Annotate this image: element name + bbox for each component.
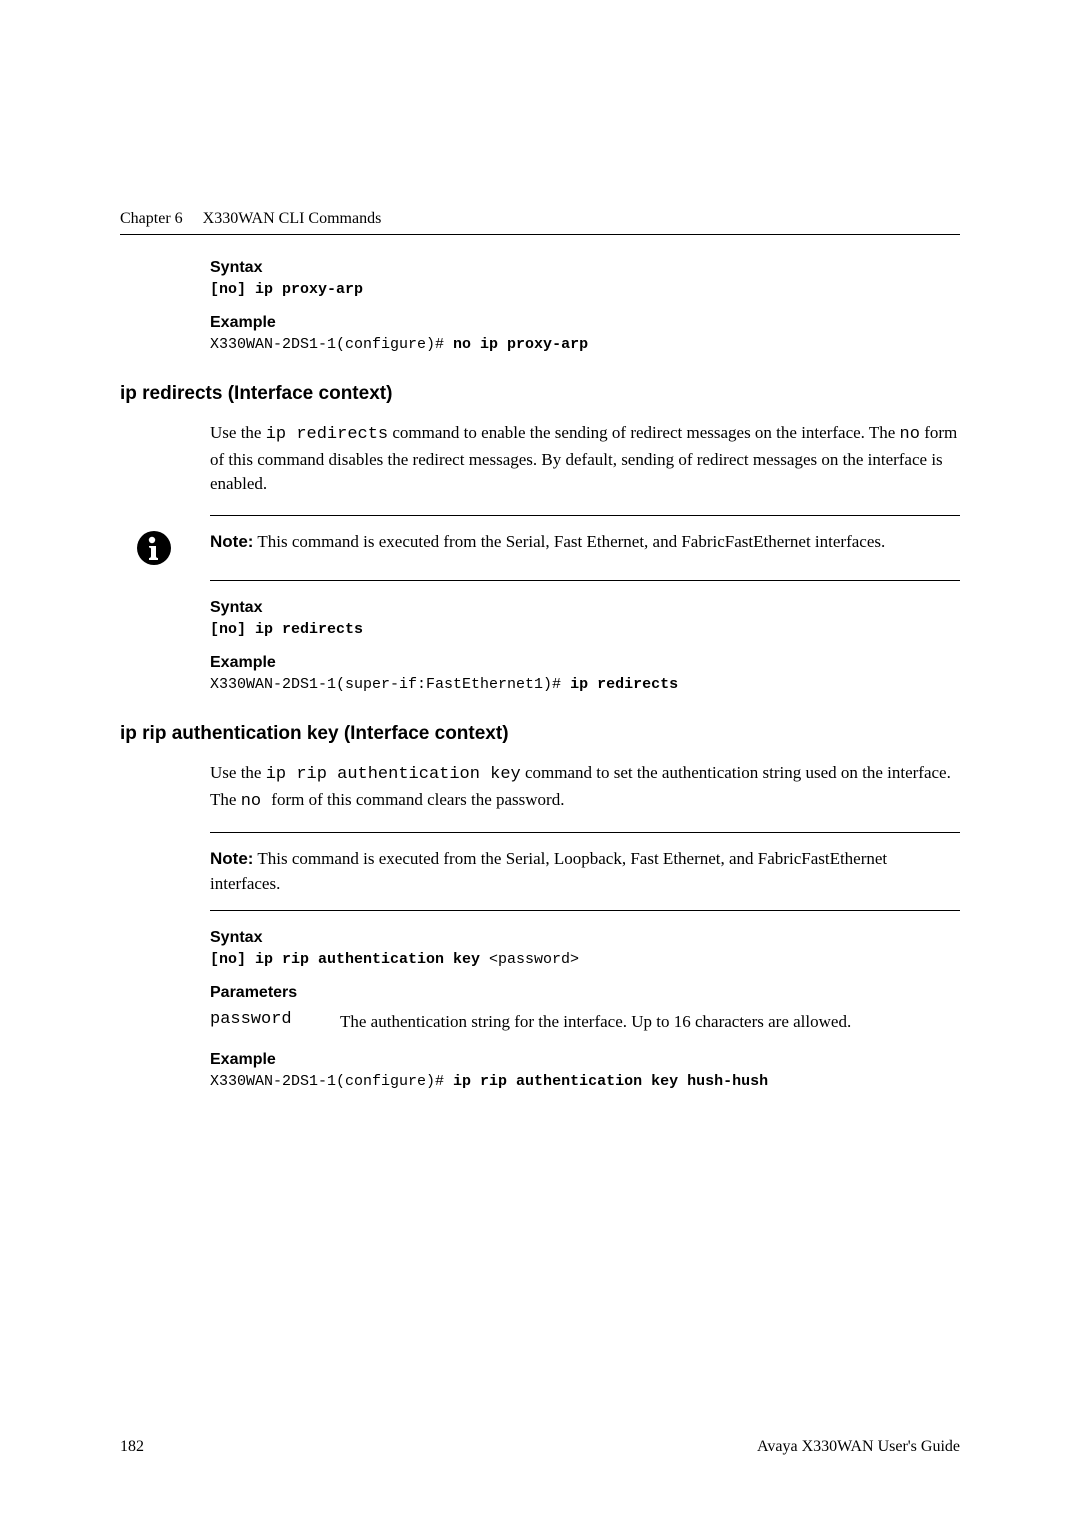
content-block: Syntax [no] ip proxy-arp Example X330WAN… (210, 259, 960, 353)
document-page: Chapter 6 X330WAN CLI Commands Syntax [n… (0, 0, 1080, 1180)
parameters-heading: Parameters (210, 984, 960, 1002)
example-prefix: X330WAN-2DS1-1(configure)# (210, 1073, 453, 1090)
parameter-name: password (210, 1010, 340, 1035)
example-prefix: X330WAN-2DS1-1(configure)# (210, 336, 453, 353)
example-command: no ip proxy-arp (453, 336, 588, 353)
syntax-heading: Syntax (210, 599, 960, 617)
body-paragraph: Use the ip redirects command to enable t… (210, 421, 960, 497)
inline-code: no (900, 425, 920, 444)
example-code: X330WAN-2DS1-1(super-if:FastEthernet1)# … (210, 676, 960, 693)
syntax-code: [no] ip proxy-arp (210, 281, 960, 298)
syntax-param: <password> (489, 951, 579, 968)
note-text: Note: This command is executed from the … (210, 530, 885, 555)
example-code: X330WAN-2DS1-1(configure)# no ip proxy-a… (210, 336, 960, 353)
page-footer: 182 Avaya X330WAN User's Guide (120, 1438, 960, 1456)
note-label: Note: (210, 849, 253, 868)
syntax-heading: Syntax (210, 929, 960, 947)
inline-code: ip redirects (266, 425, 388, 444)
example-code: X330WAN-2DS1-1(configure)# ip rip authen… (210, 1073, 960, 1090)
chapter-label: Chapter 6 (120, 210, 183, 227)
note-label: Note: (210, 532, 253, 551)
inline-code: no (241, 792, 272, 811)
parameter-row: password The authentication string for t… (210, 1010, 960, 1035)
example-command: ip rip authentication key hush-hush (453, 1073, 768, 1090)
content-block: Use the ip rip authentication key comman… (210, 761, 960, 1090)
page-header: Chapter 6 X330WAN CLI Commands (120, 210, 960, 228)
header-rule (120, 234, 960, 235)
syntax-heading: Syntax (210, 259, 960, 277)
content-block: Use the ip redirects command to enable t… (210, 421, 960, 693)
example-prefix: X330WAN-2DS1-1(super-if:FastEthernet1)# (210, 676, 570, 693)
body-paragraph: Use the ip rip authentication key comman… (210, 761, 960, 814)
example-command: ip redirects (570, 676, 678, 693)
example-heading: Example (210, 654, 960, 672)
inline-code: ip rip authentication key (266, 765, 521, 784)
example-heading: Example (210, 1051, 960, 1069)
page-number: 182 (120, 1438, 144, 1456)
note-block: Note: This command is executed from the … (210, 832, 960, 911)
example-heading: Example (210, 314, 960, 332)
section-title-rip-auth: ip rip authentication key (Interface con… (120, 723, 960, 745)
info-icon (136, 530, 172, 566)
parameter-description: The authentication string for the interf… (340, 1010, 851, 1035)
note-text: Note: This command is executed from the … (210, 847, 960, 896)
syntax-code: [no] ip rip authentication key <password… (210, 951, 960, 968)
section-title-redirects: ip redirects (Interface context) (120, 383, 960, 405)
note-block: Note: This command is executed from the … (210, 515, 960, 581)
footer-text: Avaya X330WAN User's Guide (757, 1438, 960, 1456)
syntax-code: [no] ip redirects (210, 621, 960, 638)
chapter-title: X330WAN CLI Commands (203, 210, 382, 227)
